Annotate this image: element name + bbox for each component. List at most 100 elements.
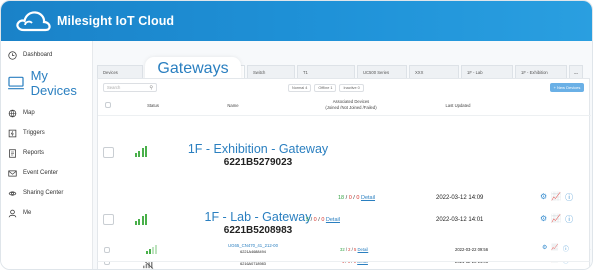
filter-inactive[interactable]: Inactive 0: [339, 84, 364, 92]
sidebar-item-map[interactable]: Map: [1, 107, 93, 119]
sidebar-item-label: Reports: [23, 150, 45, 156]
share-icon: [6, 187, 18, 199]
table-row[interactable]: UG65_CN470_41_212-00 6221A4688494 32 / 2…: [97, 238, 590, 262]
device-sn: 6216A0718983: [240, 262, 266, 266]
sidebar-item-label: My Devices: [30, 68, 77, 98]
new-devices-button[interactable]: + New Devices: [550, 83, 584, 92]
sidebar-item-event-center[interactable]: Event Center: [1, 167, 93, 179]
tab-t1[interactable]: T1: [297, 65, 355, 78]
chart-icon[interactable]: 📈: [551, 192, 561, 203]
detail-link[interactable]: Detail: [358, 247, 369, 252]
sidebar-item-label: Sharing Center: [23, 190, 64, 196]
tab-1f-exhibition[interactable]: 1F - Exhibition: [515, 65, 567, 78]
sidebar-item-triggers[interactable]: Triggers: [1, 127, 93, 139]
sidebar-item-sharing-center[interactable]: Sharing Center: [1, 187, 93, 199]
device-name[interactable]: UG65_CN470_41_212-00: [188, 243, 318, 248]
monitor-icon: [7, 75, 26, 91]
tab-label: 1F - Lab: [467, 69, 483, 75]
header-last-updated: Last Updated: [445, 103, 471, 108]
report-icon: [6, 147, 18, 159]
trigger-icon: [6, 127, 18, 139]
row-checkbox[interactable]: [103, 214, 114, 225]
signal-full-icon: [135, 213, 149, 225]
new-devices-label: + New Devices: [553, 85, 581, 90]
logo[interactable]: Milesight IoT Cloud: [15, 10, 174, 32]
sidebar-item-my-devices[interactable]: My Devices: [1, 68, 93, 98]
filter-label: Inactive 0: [343, 86, 360, 90]
more-label: ...: [574, 69, 578, 75]
device-sn: 6221B5208983: [223, 225, 293, 236]
failed-count: 0: [321, 217, 325, 223]
tab-devices[interactable]: Devices: [97, 65, 143, 78]
last-updated: 2022-03-22 09:56: [455, 247, 489, 252]
main-panel: Devices Switch T1 UC500 Series XXX 1F - …: [93, 41, 592, 269]
sidebar-item-label: Dashboard: [23, 52, 53, 58]
tab-uc500-series[interactable]: UC500 Series: [357, 65, 407, 78]
header-name: Name: [227, 103, 239, 108]
info-icon[interactable]: ⓘ: [565, 214, 573, 225]
tab-label: Switch: [253, 69, 266, 75]
tab-label: Gateways: [157, 60, 229, 77]
associated-counts: 32 / 2 / 5 Detail: [340, 247, 368, 252]
table-row-cont: [98, 160, 591, 164]
device-name[interactable]: 1F - Exhibition - Gateway: [168, 142, 348, 156]
user-icon: [6, 207, 18, 219]
tab-label: 1F - Exhibition: [521, 69, 548, 75]
header-associated-devices-sub: (Joined /Not Joined /Failed): [325, 105, 377, 110]
sidebar-item-label: Event Center: [23, 170, 59, 176]
tab-label: UC500 Series: [363, 69, 390, 75]
detail-link[interactable]: Detail: [361, 195, 375, 201]
device-sn: 6221A4688494: [240, 250, 266, 254]
associated-counts: 18 / 0 / 0 Detail: [338, 195, 375, 201]
sidebar-item-reports[interactable]: Reports: [1, 147, 93, 159]
app-window: Milesight IoT Cloud Dashboard My Devices…: [0, 0, 593, 270]
settings-icon[interactable]: ⚙: [540, 192, 547, 203]
row-actions: ⚙ 📈 ⓘ: [538, 244, 569, 253]
signal-full-icon: [135, 145, 149, 157]
detail-link[interactable]: Detail: [326, 217, 340, 223]
settings-icon[interactable]: ⚙: [542, 244, 547, 253]
header-status: Status: [147, 103, 159, 108]
clock-icon: [6, 49, 18, 61]
chart-icon[interactable]: 📈: [551, 214, 561, 225]
header-associated-devices: Associated Devices: [332, 99, 370, 104]
last-updated: 2022-03-12 14:09: [436, 195, 484, 201]
failed-count: 0: [356, 195, 360, 201]
tab-label: XXX: [415, 69, 424, 75]
sidebar-item-me[interactable]: Me: [1, 207, 93, 219]
sidebar: Dashboard My Devices Map Triggers Report: [1, 41, 93, 269]
tab-1f-lab[interactable]: 1F - Lab: [461, 65, 513, 78]
search-placeholder: Search: [107, 85, 121, 90]
row-actions: ⚙ 📈 ⓘ: [536, 214, 573, 225]
status-filters: Normal 4 Offline 1 Inactive 0: [288, 84, 367, 92]
failed-count: 5: [354, 247, 357, 252]
filter-label: Normal 4: [292, 86, 308, 90]
tab-more-button[interactable]: ...: [569, 65, 583, 78]
tab-label: T1: [303, 69, 308, 75]
search-input[interactable]: Search ⚲: [103, 83, 157, 92]
row-checkbox[interactable]: [103, 147, 114, 158]
tab-switch[interactable]: Switch: [247, 65, 295, 78]
filter-normal[interactable]: Normal 4: [288, 84, 312, 92]
sidebar-item-label: Me: [23, 210, 32, 216]
settings-icon[interactable]: ⚙: [540, 214, 547, 225]
search-icon[interactable]: ⚲: [149, 85, 153, 91]
tab-xxx[interactable]: XXX: [409, 65, 459, 78]
sidebar-item-dashboard[interactable]: Dashboard: [1, 49, 93, 61]
cloud-logo-icon: [16, 11, 51, 32]
row-actions: ⚙ 📈 ⓘ: [536, 192, 573, 203]
select-all-checkbox[interactable]: [105, 102, 111, 108]
info-icon[interactable]: ⓘ: [565, 192, 573, 203]
row-checkbox[interactable]: [104, 247, 110, 253]
mail-icon: [6, 167, 18, 179]
chart-icon[interactable]: 📈: [551, 244, 558, 253]
last-updated: 2022-03-12 14:01: [436, 217, 484, 223]
sidebar-item-label: Triggers: [23, 130, 45, 136]
info-icon[interactable]: ⓘ: [563, 244, 569, 253]
sidebar-item-label: Map: [23, 110, 35, 116]
table-row[interactable]: 1F - Exhibition - Gateway 6221B5279023: [98, 116, 591, 168]
signal-partial-icon: [146, 245, 158, 254]
filter-offline[interactable]: Offline 1: [314, 84, 337, 92]
map-icon: [6, 107, 18, 119]
associated-counts: 5 / 0 / 0 Detail: [306, 217, 340, 223]
